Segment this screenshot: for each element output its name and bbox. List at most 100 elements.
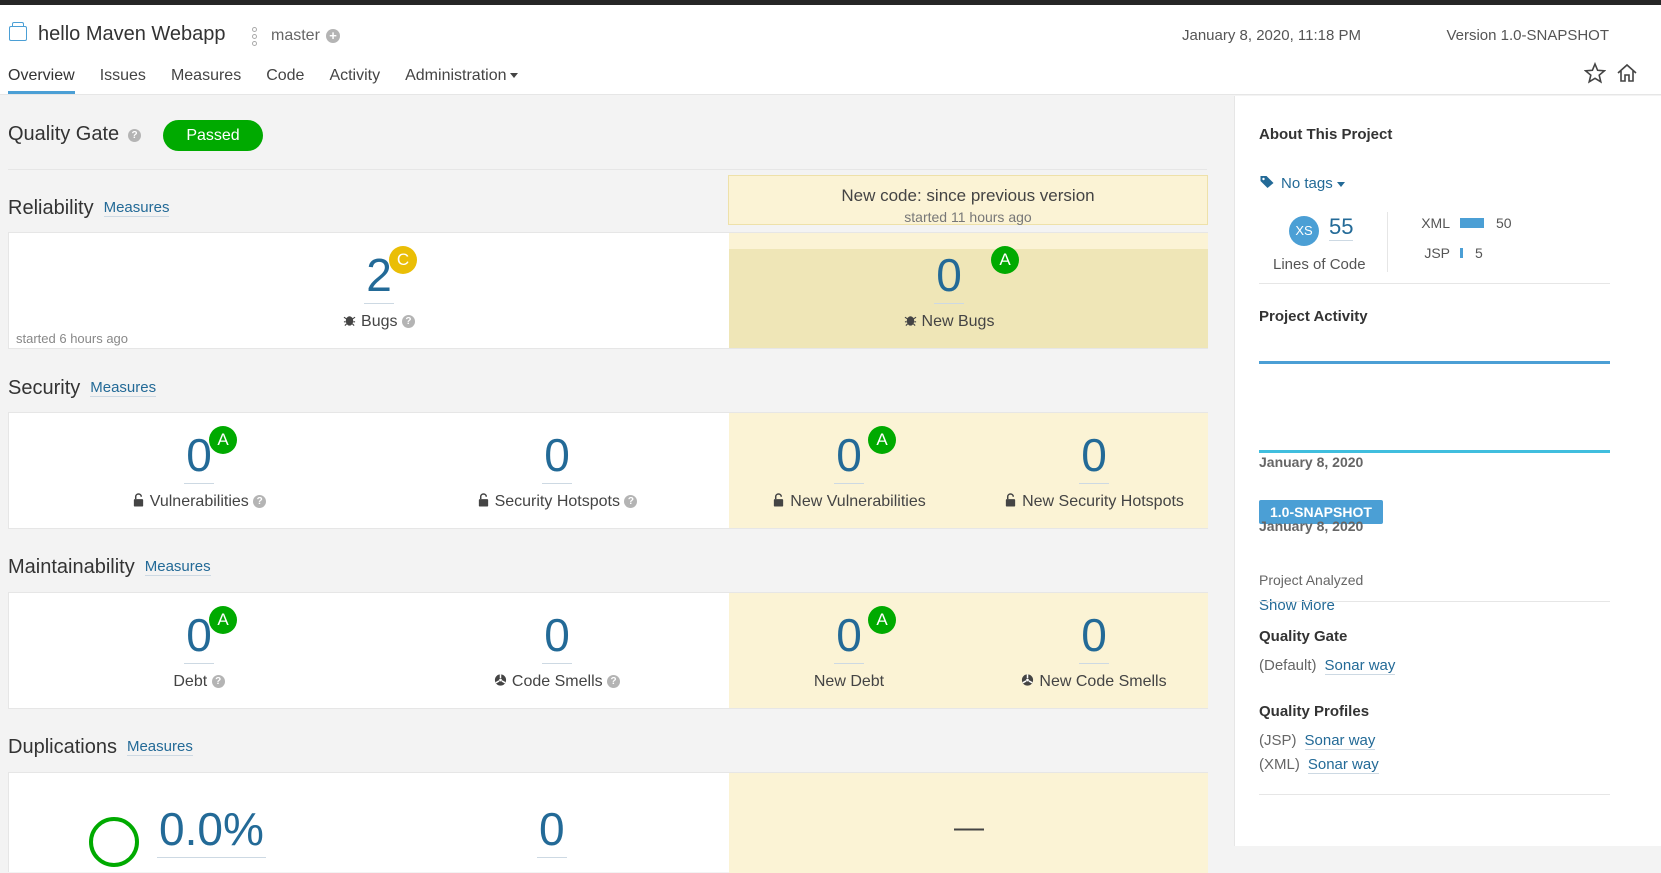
bug-icon (904, 316, 916, 326)
help-icon[interactable]: ? (211, 675, 225, 689)
tab-issues[interactable]: Issues (100, 67, 146, 94)
chevron-down-icon (510, 73, 519, 79)
code-smells-metric: 0 Code Smells ? (447, 607, 667, 691)
quality-profiles-title: Quality Profiles (1259, 703, 1370, 720)
security-measures-link[interactable]: Measures (90, 379, 157, 397)
duplicated-blocks-value[interactable]: 0 (537, 801, 567, 858)
activity-graph-line[interactable] (1259, 361, 1610, 364)
bugs-label-text: Bugs (361, 313, 398, 330)
new-hotspots-metric: 0 New Security Hotspots (984, 427, 1204, 511)
quality-profile-row: (XML) Sonar way (1259, 756, 1379, 774)
security-panel: 0 Vulnerabilities ? A 0 Security Hotspot… (8, 412, 1208, 529)
star-icon[interactable] (1584, 62, 1606, 84)
tab-activity[interactable]: Activity (329, 67, 380, 94)
help-icon[interactable]: ? (401, 315, 415, 329)
code-smells-label-text: Code Smells (511, 673, 603, 690)
debt-label: Debt ? (99, 673, 299, 691)
chevron-down-icon (1336, 181, 1345, 187)
hotspots-metric: 0 Security Hotspots ? (447, 427, 667, 511)
new-debt-value[interactable]: 0 (834, 607, 864, 664)
duplications-measures-link[interactable]: Measures (126, 738, 193, 756)
vulnerabilities-label-text: Vulnerabilities (149, 493, 249, 510)
about-title: About This Project (1259, 126, 1393, 143)
unlock-icon (133, 493, 143, 507)
new-bugs-value[interactable]: 0 (934, 247, 964, 304)
language-value: 5 (1475, 245, 1483, 261)
activity-event: Project Analyzed (1259, 572, 1364, 588)
language-row-jsp: JSP 5 (1397, 245, 1577, 261)
help-icon[interactable]: ? (128, 129, 141, 142)
debt-label-text: Debt (173, 673, 208, 690)
vulnerabilities-metric: 0 Vulnerabilities ? (99, 427, 299, 511)
code-smell-icon (494, 674, 506, 686)
lines-of-code-value[interactable]: 55 (1329, 214, 1354, 241)
project-icon (9, 22, 27, 41)
new-vulnerabilities-label-text: New Vulnerabilities (790, 493, 926, 510)
activity-date: January 8, 2020 (1259, 454, 1364, 470)
add-branch-icon[interactable]: + (326, 29, 340, 43)
quality-gate-default: (Default) (1259, 657, 1317, 674)
profile-language: (JSP) (1259, 732, 1297, 749)
new-vulnerabilities-rating-badge[interactable]: A (868, 426, 896, 454)
security-title: Security (8, 377, 81, 399)
bugs-rating-badge[interactable]: C (389, 246, 417, 274)
new-hotspots-value[interactable]: 0 (1079, 427, 1109, 484)
branch-name[interactable]: master (271, 27, 320, 45)
debt-rating-badge[interactable]: A (209, 606, 237, 634)
new-bugs-rating-badge[interactable]: A (991, 246, 1019, 274)
activity-date: January 8, 2020 (1259, 518, 1364, 534)
project-name[interactable]: hello Maven Webapp (38, 23, 226, 46)
profile-link[interactable]: Sonar way (1304, 732, 1376, 750)
branch-icon (252, 27, 258, 49)
quality-gate-sidebar-title: Quality Gate (1259, 628, 1348, 645)
help-icon[interactable]: ? (253, 495, 267, 509)
project-activity-title: Project Activity (1259, 308, 1368, 325)
tab-administration[interactable]: Administration (405, 67, 519, 94)
project-nav: Overview Issues Measures Code Activity A… (8, 67, 543, 94)
maintainability-measures-link[interactable]: Measures (144, 558, 211, 576)
new-vulnerabilities-value[interactable]: 0 (834, 427, 864, 484)
activity-graph-line[interactable] (1259, 450, 1610, 453)
help-icon[interactable]: ? (607, 675, 621, 689)
new-code-smells-value[interactable]: 0 (1079, 607, 1109, 664)
duplications-heading: Duplications Measures (8, 736, 193, 759)
new-code-smells-metric: 0 New Code Smells (984, 607, 1204, 691)
analysis-date: January 8, 2020, 11:18 PM (1181, 27, 1361, 44)
hotspots-label: Security Hotspots ? (447, 493, 667, 511)
new-debt-rating-badge[interactable]: A (868, 606, 896, 634)
divider (1259, 794, 1610, 795)
duplication-metric: 0.0% (157, 801, 266, 858)
reliability-title: Reliability (8, 197, 94, 219)
tab-overview[interactable]: Overview (8, 67, 75, 94)
new-code-smells-label: New Code Smells (984, 673, 1204, 691)
new-duplication-value: — (954, 811, 984, 844)
duplication-value[interactable]: 0.0% (157, 801, 266, 858)
unlock-icon (774, 493, 784, 507)
new-vulnerabilities-label: New Vulnerabilities (749, 493, 949, 511)
home-icon[interactable] (1616, 62, 1638, 84)
tab-code[interactable]: Code (266, 67, 304, 94)
code-smells-value[interactable]: 0 (542, 607, 572, 664)
reliability-measures-link[interactable]: Measures (103, 199, 170, 217)
quality-gate-link[interactable]: Sonar way (1324, 657, 1396, 675)
about-sidebar: About This Project No tags XS 55 Lines o… (1234, 96, 1661, 846)
new-hotspots-label-text: New Security Hotspots (1022, 493, 1184, 510)
vulnerabilities-rating-badge[interactable]: A (209, 426, 237, 454)
tags-selector[interactable]: No tags (1259, 175, 1345, 192)
profile-link[interactable]: Sonar way (1307, 756, 1379, 774)
new-debt-label: New Debt (813, 673, 885, 690)
project-version: Version 1.0-SNAPSHOT (1446, 27, 1609, 44)
new-code-period-box: New code: since previous version started… (728, 175, 1208, 225)
overview-main: Quality Gate ? Passed Reliability Measure… (0, 96, 1233, 873)
quality-profile-row: (JSP) Sonar way (1259, 732, 1376, 750)
tab-measures[interactable]: Measures (171, 67, 241, 94)
hotspots-value[interactable]: 0 (542, 427, 572, 484)
show-more-link[interactable]: Show More (1259, 597, 1335, 614)
new-bugs-label-text: New Bugs (921, 313, 995, 330)
hotspots-label-text: Security Hotspots (494, 493, 620, 510)
size-rating-badge: XS (1289, 216, 1319, 246)
project-header: hello Maven Webapp master + January 8, 2… (0, 5, 1661, 95)
help-icon[interactable]: ? (624, 495, 638, 509)
new-bugs-label: New Bugs (889, 313, 1009, 331)
new-hotspots-label: New Security Hotspots (984, 493, 1204, 511)
